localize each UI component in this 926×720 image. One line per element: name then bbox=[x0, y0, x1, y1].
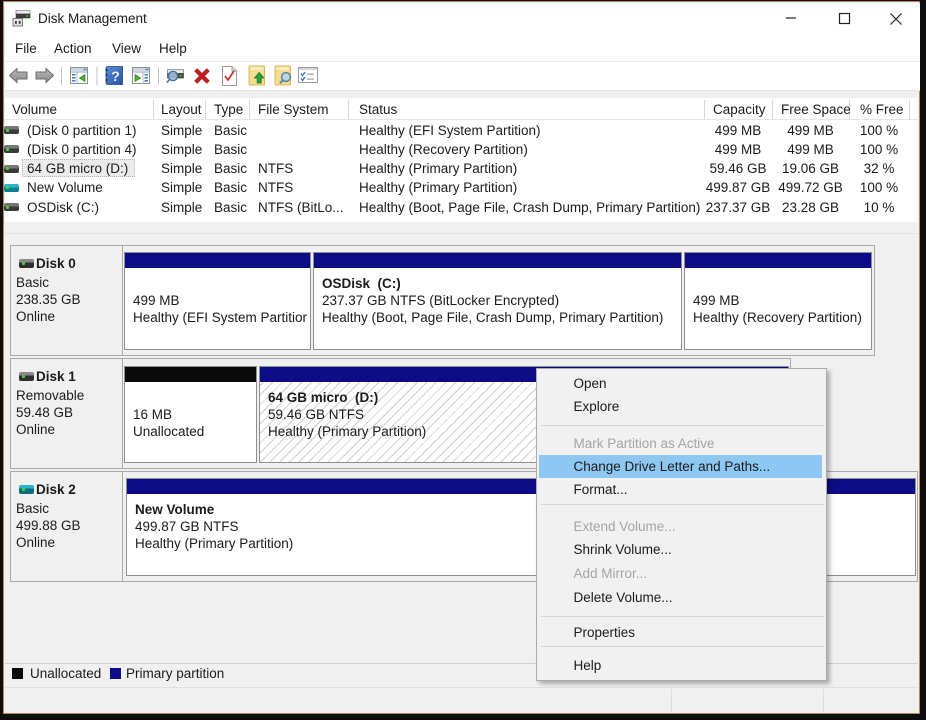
svg-text:?: ? bbox=[111, 68, 120, 84]
